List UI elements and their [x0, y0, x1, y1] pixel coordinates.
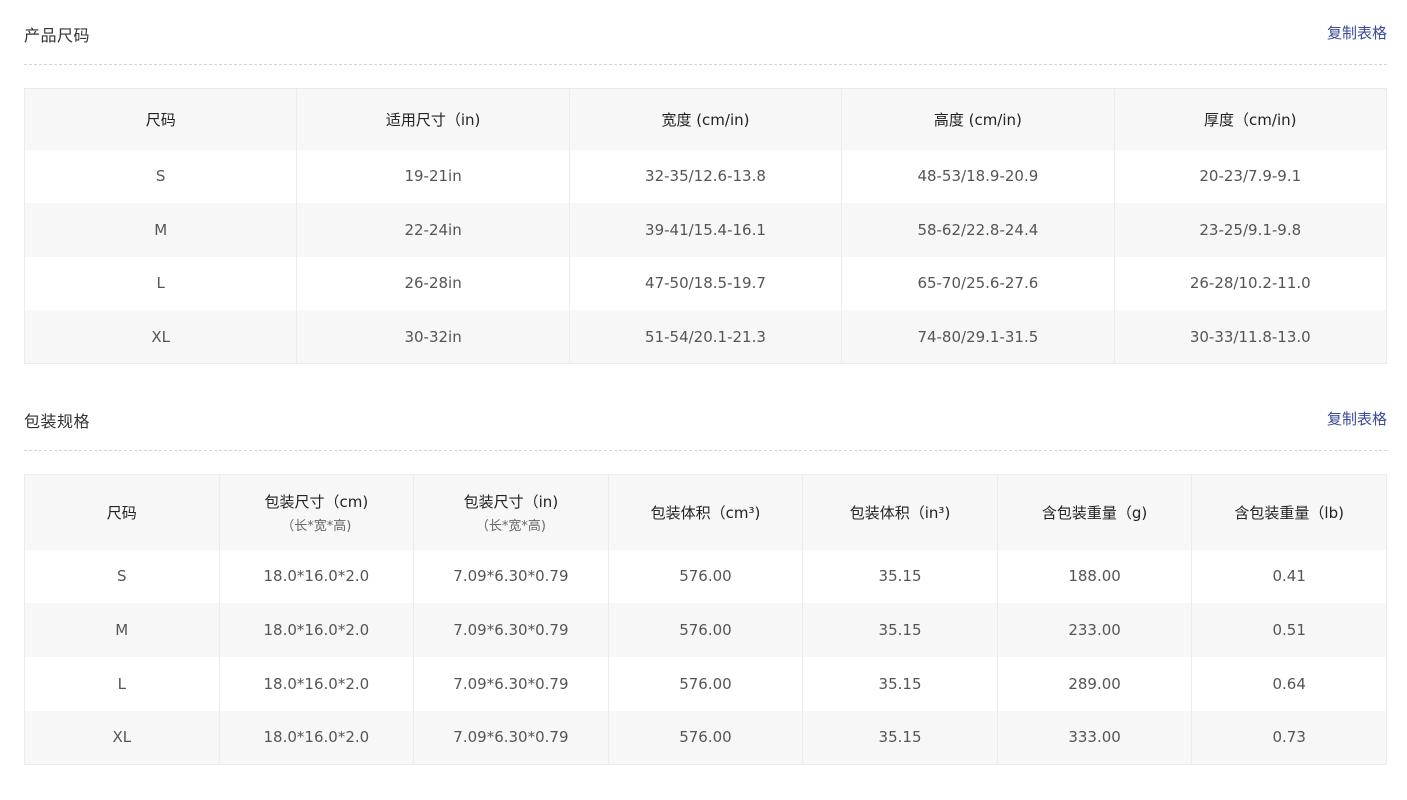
table-cell: L — [24, 656, 220, 711]
table-cell: 26-28/10.2-11.0 — [1114, 256, 1387, 310]
table-row: XL 18.0*16.0*2.0 7.09*6.30*0.79 576.00 3… — [24, 710, 1387, 765]
table-cell: 576.00 — [608, 656, 804, 711]
table-cell: 26-28in — [296, 256, 570, 310]
table-cell: 51-54/20.1-21.3 — [569, 310, 843, 364]
table-cell: 48-53/18.9-20.9 — [841, 149, 1115, 203]
column-header: 厚度（cm/in) — [1114, 88, 1387, 150]
column-header: 尺码 — [24, 88, 298, 150]
column-header: 含包装重量（lb) — [1191, 474, 1387, 550]
divider — [24, 450, 1387, 451]
table-cell: 18.0*16.0*2.0 — [219, 656, 415, 711]
table-cell: 7.09*6.30*0.79 — [413, 549, 609, 604]
table-cell: 576.00 — [608, 603, 804, 657]
table-cell: 18.0*16.0*2.0 — [219, 603, 415, 657]
table-cell: 7.09*6.30*0.79 — [413, 603, 609, 657]
header-main: 包装尺寸（in) — [463, 492, 559, 511]
table-cell: 7.09*6.30*0.79 — [413, 710, 609, 765]
package-spec-section: 包装规格 复制表格 尺码 包装尺寸（cm) （长*宽*高) 包装尺寸（in) （长*… — [24, 400, 1387, 765]
table-cell: M — [24, 203, 298, 257]
table-cell: 0.51 — [1191, 603, 1387, 657]
table-cell: 47-50/18.5-19.7 — [569, 256, 843, 310]
table-cell: 35.15 — [802, 710, 998, 765]
table-row: M 18.0*16.0*2.0 7.09*6.30*0.79 576.00 35… — [24, 603, 1387, 657]
table-cell: 39-41/15.4-16.1 — [569, 203, 843, 257]
table-cell: XL — [24, 710, 220, 765]
table-row: L 26-28in 47-50/18.5-19.7 65-70/25.6-27.… — [24, 256, 1387, 310]
package-spec-table: 尺码 包装尺寸（cm) （长*宽*高) 包装尺寸（in) （长*宽*高) 包装体积（… — [24, 474, 1387, 765]
column-header: 含包装重量（g) — [997, 474, 1193, 550]
table-cell: 7.09*6.30*0.79 — [413, 656, 609, 711]
divider — [24, 64, 1387, 65]
table-cell: 233.00 — [997, 603, 1193, 657]
page: 产品尺码 复制表格 尺码 适用尺寸（in) 宽度 (cm/in) 高度 (cm/… — [0, 0, 1407, 800]
product-size-table: 尺码 适用尺寸（in) 宽度 (cm/in) 高度 (cm/in) 厚度（cm/… — [24, 88, 1387, 364]
table-cell: 30-32in — [296, 310, 570, 364]
header-main: 含包装重量（g) — [1041, 503, 1148, 522]
table-cell: 74-80/29.1-31.5 — [841, 310, 1115, 364]
table-cell: M — [24, 603, 220, 657]
header-main: 包装体积（in³) — [849, 503, 951, 522]
table-row: S 19-21in 32-35/12.6-13.8 48-53/18.9-20.… — [24, 149, 1387, 203]
table-cell: 0.64 — [1191, 656, 1387, 711]
header-main: 包装尺寸（cm) — [264, 492, 369, 511]
copy-table-button[interactable]: 复制表格 — [1327, 408, 1387, 429]
table-cell: 19-21in — [296, 149, 570, 203]
table-cell: 30-33/11.8-13.0 — [1114, 310, 1387, 364]
table-cell: 333.00 — [997, 710, 1193, 765]
table-cell: 188.00 — [997, 549, 1193, 604]
table-cell: 18.0*16.0*2.0 — [219, 710, 415, 765]
table-cell: S — [24, 549, 220, 604]
table-cell: 35.15 — [802, 549, 998, 604]
table-cell: 576.00 — [608, 549, 804, 604]
section-title: 包装规格 — [24, 412, 91, 431]
table-cell: 0.73 — [1191, 710, 1387, 765]
table-cell: 20-23/7.9-9.1 — [1114, 149, 1387, 203]
column-header: 尺码 — [24, 474, 220, 550]
table-cell: 576.00 — [608, 710, 804, 765]
table-cell: 18.0*16.0*2.0 — [219, 549, 415, 604]
table-cell: 23-25/9.1-9.8 — [1114, 203, 1387, 257]
copy-table-button[interactable]: 复制表格 — [1327, 22, 1387, 43]
table-cell: S — [24, 149, 298, 203]
column-header: 包装尺寸（cm) （长*宽*高) — [219, 474, 415, 550]
table-row: S 18.0*16.0*2.0 7.09*6.30*0.79 576.00 35… — [24, 549, 1387, 604]
table-header-row: 尺码 适用尺寸（in) 宽度 (cm/in) 高度 (cm/in) 厚度（cm/… — [24, 88, 1387, 150]
product-size-header: 产品尺码 复制表格 — [24, 14, 1387, 45]
table-row: L 18.0*16.0*2.0 7.09*6.30*0.79 576.00 35… — [24, 656, 1387, 711]
column-header: 适用尺寸（in) — [296, 88, 570, 150]
table-cell: 32-35/12.6-13.8 — [569, 149, 843, 203]
header-sub: （长*宽*高) — [281, 518, 352, 534]
table-cell: 0.41 — [1191, 549, 1387, 604]
table-cell: L — [24, 256, 298, 310]
table-cell: 22-24in — [296, 203, 570, 257]
column-header: 高度 (cm/in) — [841, 88, 1115, 150]
header-sub: （长*宽*高) — [475, 518, 546, 534]
product-size-section: 产品尺码 复制表格 尺码 适用尺寸（in) 宽度 (cm/in) 高度 (cm/… — [24, 14, 1387, 364]
header-main: 包装体积（cm³) — [650, 503, 761, 522]
column-header: 包装体积（in³) — [802, 474, 998, 550]
column-header: 包装体积（cm³) — [608, 474, 804, 550]
package-spec-header: 包装规格 复制表格 — [24, 400, 1387, 431]
section-title: 产品尺码 — [24, 26, 91, 45]
table-row: M 22-24in 39-41/15.4-16.1 58-62/22.8-24.… — [24, 203, 1387, 257]
table-cell: 289.00 — [997, 656, 1193, 711]
table-cell: 35.15 — [802, 603, 998, 657]
header-main: 尺码 — [106, 503, 137, 522]
table-cell: 65-70/25.6-27.6 — [841, 256, 1115, 310]
table-cell: 58-62/22.8-24.4 — [841, 203, 1115, 257]
table-row: XL 30-32in 51-54/20.1-21.3 74-80/29.1-31… — [24, 310, 1387, 364]
table-header-row: 尺码 包装尺寸（cm) （长*宽*高) 包装尺寸（in) （长*宽*高) 包装体积（… — [24, 474, 1387, 550]
table-cell: 35.15 — [802, 656, 998, 711]
column-header: 宽度 (cm/in) — [569, 88, 843, 150]
column-header: 包装尺寸（in) （长*宽*高) — [413, 474, 609, 550]
table-cell: XL — [24, 310, 298, 364]
header-main: 含包装重量（lb) — [1234, 503, 1344, 522]
